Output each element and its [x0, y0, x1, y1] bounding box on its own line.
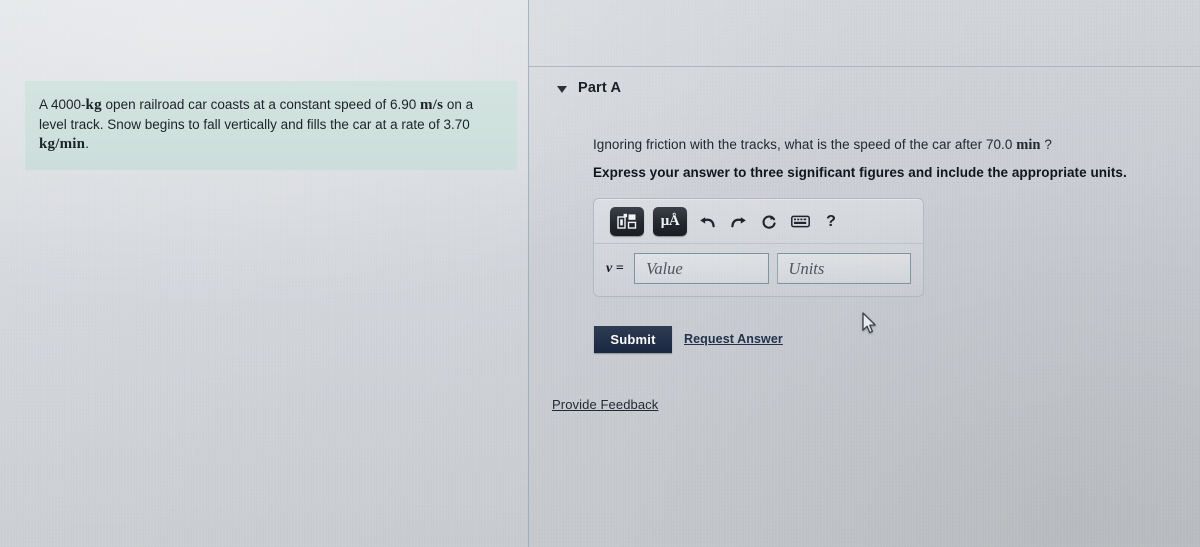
instruction-text: Express your answer to three significant…: [593, 165, 1127, 180]
unit-m-per-s: m/s: [420, 97, 444, 113]
math-template-icon[interactable]: [610, 207, 644, 236]
problem-statement-card: A 4000-kg open railroad car coasts at a …: [25, 81, 517, 170]
part-a-header[interactable]: Part A: [557, 80, 621, 96]
mouse-pointer-icon: [861, 312, 879, 336]
question-text-prefix: Ignoring friction with the tracks, what …: [593, 137, 1017, 152]
problem-pane: A 4000-kg open railroad car coasts at a …: [0, 0, 528, 547]
question-text-suffix: ?: [1040, 137, 1052, 152]
provide-feedback-link[interactable]: Provide Feedback: [552, 397, 658, 412]
value-input[interactable]: Value: [634, 253, 769, 284]
units-icon[interactable]: μÅ: [653, 207, 687, 236]
answer-entry-widget: μÅ ? v = Value Units: [593, 198, 924, 297]
undo-icon[interactable]: [696, 210, 718, 234]
unit-kg-per-min: kg/min: [39, 136, 86, 152]
problem-text-4: 3.70: [443, 117, 470, 132]
page-surface: A 4000-kg open railroad car coasts at a …: [0, 0, 1200, 547]
submit-button[interactable]: Submit: [594, 326, 672, 353]
problem-text-1: A 4000-: [39, 97, 86, 112]
caret-down-icon[interactable]: [557, 85, 567, 93]
value-placeholder: Value: [646, 258, 683, 278]
reset-icon[interactable]: [758, 210, 780, 234]
unit-min: min: [1016, 137, 1041, 153]
unit-kg: kg: [85, 97, 102, 113]
question-text: Ignoring friction with the tracks, what …: [593, 137, 1052, 154]
problem-text-5: .: [85, 136, 89, 151]
part-title: Part A: [578, 80, 622, 96]
units-input[interactable]: Units: [776, 253, 911, 284]
keyboard-icon[interactable]: [789, 210, 811, 234]
redo-icon[interactable]: [727, 210, 749, 234]
answer-entry-row: v = Value Units: [594, 244, 923, 296]
help-icon[interactable]: ?: [820, 210, 842, 234]
units-placeholder: Units: [788, 258, 825, 278]
request-answer-link[interactable]: Request Answer: [684, 332, 783, 346]
problem-text-2: open railroad car coasts at a constant s…: [101, 97, 420, 112]
top-divider-rule: [529, 66, 1200, 67]
answer-pane: Part A Ignoring friction with the tracks…: [529, 0, 1200, 547]
answer-toolbar: μÅ ?: [594, 199, 923, 244]
variable-label: v =: [606, 260, 624, 276]
units-icon-label: μÅ: [660, 213, 680, 229]
